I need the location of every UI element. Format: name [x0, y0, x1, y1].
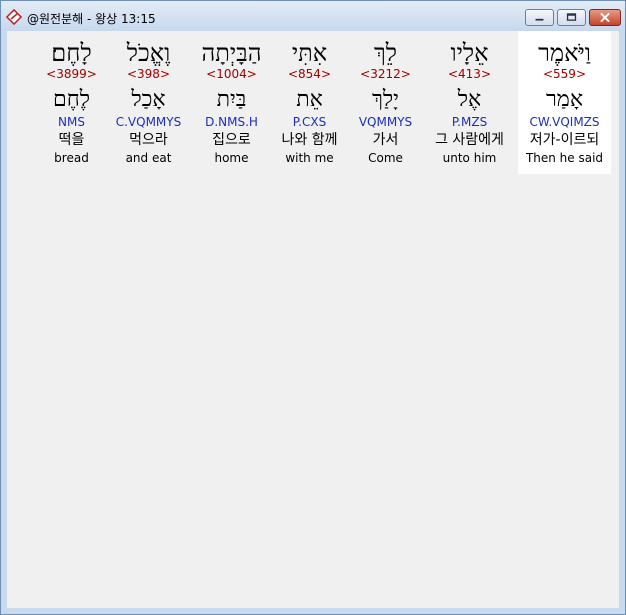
english-gloss: Then he said — [525, 151, 604, 165]
parsing-code: NMS — [58, 115, 85, 129]
minimize-button[interactable] — [525, 9, 554, 26]
close-button[interactable] — [589, 9, 621, 26]
strong-number[interactable]: <1004> — [185, 67, 278, 81]
korean-gloss: 떡을 — [58, 132, 85, 148]
hebrew-word: וַיֹּאמֶר — [538, 39, 591, 67]
word-card[interactable]: לָחֶם׃ <3899> לֶחֶם NMS 떡을 bread — [25, 31, 118, 174]
maximize-button[interactable] — [557, 9, 586, 26]
strong-number[interactable]: <413> — [423, 67, 516, 81]
strong-number[interactable]: <559> — [518, 67, 611, 81]
english-gloss: home — [214, 151, 249, 165]
hebrew-word: לָחֶם׃ — [51, 39, 92, 67]
minimize-icon — [535, 18, 544, 21]
window-title: @원전분해 - 왕상 13:15 — [27, 12, 156, 26]
root-word: אָמַר — [545, 87, 584, 112]
app-window: @원전분해 - 왕상 13:15 וַיֹּאמֶר <559> אָמַר C… — [0, 0, 626, 615]
hebrew-word: הַבָּיְתָה — [201, 39, 262, 67]
english-gloss: unto him — [442, 151, 497, 165]
strong-number[interactable]: <3899> — [25, 67, 118, 81]
parsing-code: P.MZS — [451, 115, 488, 129]
root-word: אֶל — [457, 87, 482, 112]
root-word: בַּיִת — [216, 87, 247, 112]
word-card[interactable]: וַיֹּאמֶר <559> אָמַר CW.VQIMZS 저가-이르되 T… — [518, 31, 611, 174]
title-bar[interactable]: @원전분해 - 왕상 13:15 — [1, 1, 625, 31]
korean-gloss: 집으로 — [212, 132, 251, 148]
app-icon[interactable] — [5, 8, 23, 26]
hebrew-word: אֵלָיו — [450, 39, 489, 67]
parsing-code: D.NMS.H — [205, 115, 258, 129]
maximize-icon — [566, 13, 577, 21]
close-icon — [600, 13, 610, 22]
word-card[interactable]: אֵלָיו <413> אֶל P.MZS 그 사람에게 unto him — [423, 31, 516, 174]
root-word: לֶחֶם — [52, 87, 91, 112]
korean-gloss: 그 사람에게 — [435, 132, 504, 148]
korean-gloss: 저가-이르되 — [529, 132, 600, 148]
word-card[interactable]: הַבָּיְתָה <1004> בַּיִת D.NMS.H 집으로 hom… — [185, 31, 278, 174]
english-gloss: bread — [54, 151, 89, 165]
parsing-code: CW.VQIMZS — [529, 115, 600, 129]
word-analysis-panel: וַיֹּאמֶר <559> אָמַר CW.VQIMZS 저가-이르되 T… — [7, 31, 619, 608]
